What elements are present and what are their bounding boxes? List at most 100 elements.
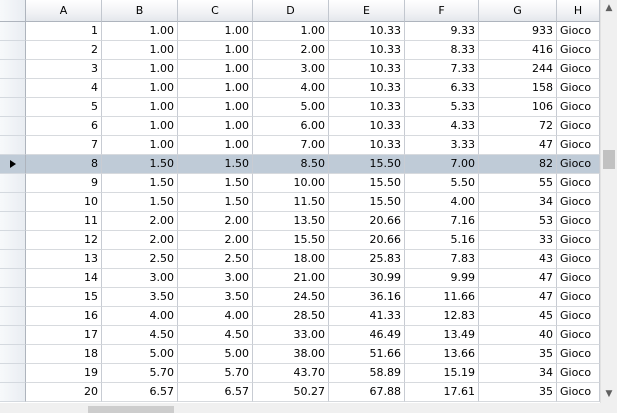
cell-b[interactable]: 6.57 [102, 383, 178, 402]
cell-b[interactable]: 1.00 [102, 41, 178, 60]
cell-e[interactable]: 20.66 [329, 212, 405, 231]
row-header[interactable] [0, 41, 26, 60]
cell-c[interactable]: 1.50 [178, 174, 253, 193]
row-header[interactable] [0, 364, 26, 383]
cell-c[interactable]: 4.50 [178, 326, 253, 345]
cell-d[interactable]: 6.00 [253, 117, 329, 136]
table-row[interactable]: 18 5.00 5.00 38.00 51.66 13.66 35 Gioco [0, 345, 600, 364]
table-row[interactable]: 10 1.50 1.50 11.50 15.50 4.00 34 Gioco [0, 193, 600, 212]
table-row[interactable]: 5 1.00 1.00 5.00 10.33 5.33 106 Gioco [0, 98, 600, 117]
cell-a[interactable]: 5 [26, 98, 102, 117]
cell-b[interactable]: 1.50 [102, 174, 178, 193]
table-row[interactable]: 15 3.50 3.50 24.50 36.16 11.66 47 Gioco [0, 288, 600, 307]
cell-c[interactable]: 2.00 [178, 231, 253, 250]
row-header[interactable] [0, 193, 26, 212]
cell-f[interactable]: 5.50 [405, 174, 479, 193]
cell-e[interactable]: 10.33 [329, 117, 405, 136]
cell-g[interactable]: 82 [479, 155, 557, 174]
table-row[interactable]: 9 1.50 1.50 10.00 15.50 5.50 55 Gioco [0, 174, 600, 193]
cell-g[interactable]: 158 [479, 79, 557, 98]
cell-g[interactable]: 40 [479, 326, 557, 345]
cell-h[interactable]: Gioco [557, 193, 600, 212]
table-row[interactable]: 13 2.50 2.50 18.00 25.83 7.83 43 Gioco [0, 250, 600, 269]
cell-b[interactable]: 1.00 [102, 98, 178, 117]
row-header[interactable] [0, 269, 26, 288]
cell-g[interactable]: 43 [479, 250, 557, 269]
cell-c[interactable]: 1.00 [178, 117, 253, 136]
cell-f[interactable]: 4.00 [405, 193, 479, 212]
cell-g[interactable]: 47 [479, 136, 557, 155]
cell-f[interactable]: 5.33 [405, 98, 479, 117]
table-row[interactable]: 19 5.70 5.70 43.70 58.89 15.19 34 Gioco [0, 364, 600, 383]
cell-h[interactable]: Gioco [557, 136, 600, 155]
cell-c[interactable]: 6.57 [178, 383, 253, 402]
cell-a[interactable]: 1 [26, 22, 102, 41]
cell-a[interactable]: 14 [26, 269, 102, 288]
cell-b[interactable]: 1.00 [102, 79, 178, 98]
cell-g[interactable]: 416 [479, 41, 557, 60]
table-row[interactable]: 11 2.00 2.00 13.50 20.66 7.16 53 Gioco [0, 212, 600, 231]
cell-a[interactable]: 18 [26, 345, 102, 364]
cell-d[interactable]: 21.00 [253, 269, 329, 288]
cell-h[interactable]: Gioco [557, 307, 600, 326]
table-row[interactable]: 4 1.00 1.00 4.00 10.33 6.33 158 Gioco [0, 79, 600, 98]
cell-f[interactable]: 9.99 [405, 269, 479, 288]
table-row[interactable]: 7 1.00 1.00 7.00 10.33 3.33 47 Gioco [0, 136, 600, 155]
cell-d[interactable]: 13.50 [253, 212, 329, 231]
cell-h[interactable]: Gioco [557, 326, 600, 345]
cell-g[interactable]: 47 [479, 288, 557, 307]
cell-g[interactable]: 244 [479, 60, 557, 79]
cell-d[interactable]: 8.50 [253, 155, 329, 174]
cell-e[interactable]: 58.89 [329, 364, 405, 383]
cell-c[interactable]: 3.00 [178, 269, 253, 288]
cell-d[interactable]: 28.50 [253, 307, 329, 326]
row-header[interactable] [0, 60, 26, 79]
horizontal-scrollbar[interactable] [0, 403, 617, 413]
cell-d[interactable]: 38.00 [253, 345, 329, 364]
row-header[interactable] [0, 326, 26, 345]
cell-d[interactable]: 3.00 [253, 60, 329, 79]
row-header[interactable] [0, 117, 26, 136]
row-header[interactable] [0, 79, 26, 98]
cell-d[interactable]: 15.50 [253, 231, 329, 250]
cell-d[interactable]: 4.00 [253, 79, 329, 98]
cell-a[interactable]: 17 [26, 326, 102, 345]
table-row[interactable]: 6 1.00 1.00 6.00 10.33 4.33 72 Gioco [0, 117, 600, 136]
cell-b[interactable]: 1.00 [102, 22, 178, 41]
column-header-e[interactable]: E [329, 0, 405, 22]
cell-g[interactable]: 34 [479, 193, 557, 212]
cell-e[interactable]: 51.66 [329, 345, 405, 364]
cell-d[interactable]: 43.70 [253, 364, 329, 383]
cell-c[interactable]: 3.50 [178, 288, 253, 307]
cell-h[interactable]: Gioco [557, 98, 600, 117]
cell-f[interactable]: 12.83 [405, 307, 479, 326]
vertical-scrollbar[interactable]: ▲ ▼ [600, 0, 617, 403]
cell-a[interactable]: 4 [26, 79, 102, 98]
cell-h[interactable]: Gioco [557, 155, 600, 174]
cell-f[interactable]: 17.61 [405, 383, 479, 402]
cell-a[interactable]: 11 [26, 212, 102, 231]
row-header[interactable] [0, 212, 26, 231]
table-row[interactable]: 2 1.00 1.00 2.00 10.33 8.33 416 Gioco [0, 41, 600, 60]
cell-a[interactable]: 20 [26, 383, 102, 402]
table-row[interactable]: 17 4.50 4.50 33.00 46.49 13.49 40 Gioco [0, 326, 600, 345]
corner-header[interactable] [0, 0, 26, 22]
cell-b[interactable]: 3.00 [102, 269, 178, 288]
cell-g[interactable]: 53 [479, 212, 557, 231]
cell-g[interactable]: 106 [479, 98, 557, 117]
cell-d[interactable]: 10.00 [253, 174, 329, 193]
cell-h[interactable]: Gioco [557, 212, 600, 231]
table-row[interactable]: 1 1.00 1.00 1.00 10.33 9.33 933 Gioco [0, 22, 600, 41]
table-row[interactable]: 3 1.00 1.00 3.00 10.33 7.33 244 Gioco [0, 60, 600, 79]
cell-c[interactable]: 1.00 [178, 41, 253, 60]
chevron-up-icon[interactable]: ▲ [601, 0, 617, 17]
cell-a[interactable]: 3 [26, 60, 102, 79]
cell-f[interactable]: 13.66 [405, 345, 479, 364]
cell-c[interactable]: 2.50 [178, 250, 253, 269]
row-header[interactable] [0, 231, 26, 250]
cell-f[interactable]: 3.33 [405, 136, 479, 155]
cell-c[interactable]: 1.50 [178, 155, 253, 174]
cell-f[interactable]: 7.16 [405, 212, 479, 231]
cell-f[interactable]: 6.33 [405, 79, 479, 98]
cell-a[interactable]: 16 [26, 307, 102, 326]
